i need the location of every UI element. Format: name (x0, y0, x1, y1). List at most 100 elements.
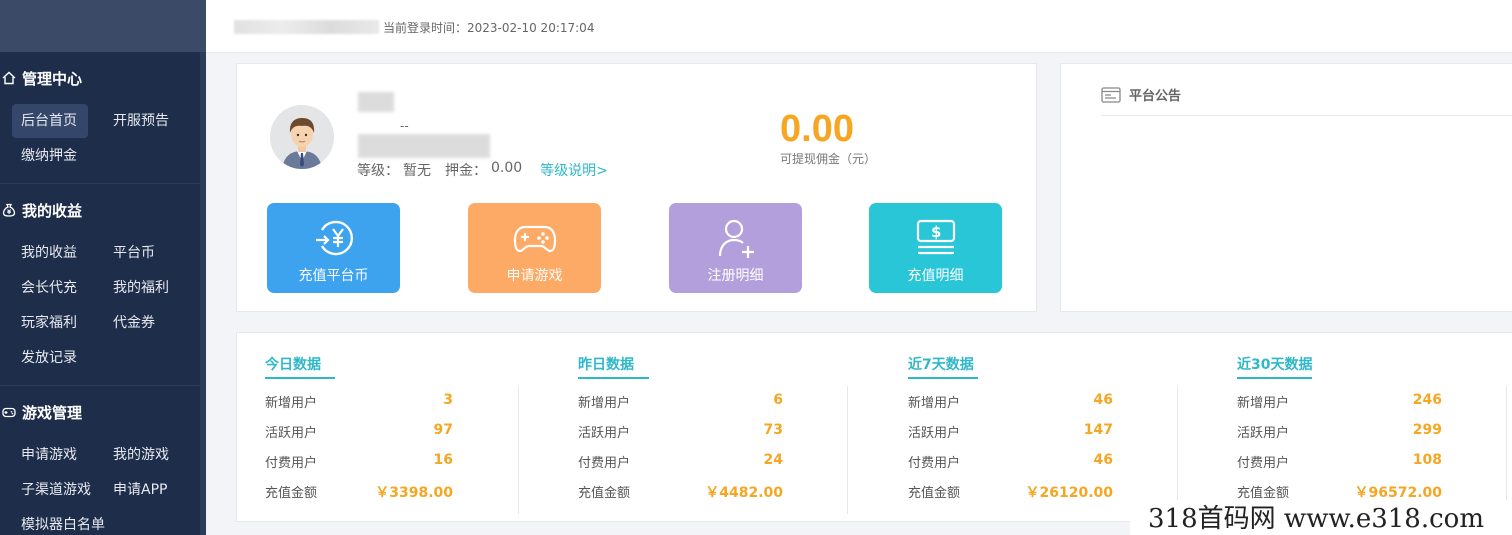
sidebar: 管理中心 后台首页 开服预告 缴纳押金 ¥ 我的收益 我的收益 平台币 会长代充… (0, 0, 206, 535)
stat-value: 73 (763, 422, 783, 438)
stat-label: 活跃用户 (908, 426, 961, 441)
stat-row: 新增用户 3 (265, 392, 453, 411)
stat-row: 新增用户 246 (1237, 392, 1442, 411)
gamepad-icon (513, 225, 556, 253)
stats-yesterday: 昨日数据 新增用户 6 活跃用户 73 付费用户 24 充值金额 ￥4482.00 (578, 333, 783, 523)
stat-value: ￥4482.00 (705, 485, 783, 501)
stat-label: 付费用户 (1237, 456, 1290, 471)
deposit-label: 押金： (445, 163, 487, 179)
add-user-icon (718, 219, 754, 258)
quick-action-label: 充值平台币 (298, 268, 369, 284)
sidebar-item-server-preview[interactable]: 开服预告 (104, 104, 184, 139)
announcement-title-text: 平台公告 (1129, 89, 1182, 104)
stat-value: ￥96572.00 (1354, 485, 1442, 501)
quick-action-label: 注册明细 (707, 268, 764, 284)
recharge-details-button[interactable]: $ 充值明细 (869, 203, 1002, 293)
apply-game-button[interactable]: 申请游戏 (468, 203, 601, 293)
level-description-link[interactable]: 等级说明> (540, 160, 608, 180)
stats-last-30-days: 近30天数据 新增用户 246 活跃用户 299 付费用户 108 充值金额 ￥9657… (1237, 333, 1447, 523)
sidebar-group-earnings[interactable]: ¥ 我的收益 (0, 191, 206, 229)
svg-text:¥: ¥ (7, 209, 12, 216)
stats-separator (1177, 386, 1178, 514)
sidebar-item-subchannel-games[interactable]: 子渠道游戏 (12, 473, 91, 508)
deposit-value: 0.00 (491, 160, 523, 176)
account-separator: -- (400, 119, 409, 133)
stat-row: 付费用户 46 (908, 452, 1113, 471)
sidebar-group-management[interactable]: 管理中心 (0, 59, 206, 97)
stats-separator (847, 386, 848, 514)
stat-row: 付费用户 108 (1237, 452, 1442, 471)
announcement-title: 平台公告 (1101, 85, 1181, 104)
quick-action-label: 充值明细 (907, 268, 964, 284)
sidebar-item-my-games[interactable]: 我的游戏 (104, 438, 184, 473)
sidebar-logo-area (0, 0, 206, 52)
stat-label: 充值金额 (578, 486, 631, 501)
level-value: 暂无 (403, 163, 431, 179)
stats-title: 近7天数据 (908, 357, 974, 373)
stat-value: ￥26120.00 (1025, 485, 1113, 501)
announcement-card: 平台公告 (1060, 63, 1512, 312)
sidebar-item-apply-game[interactable]: 申请游戏 (12, 438, 88, 473)
stat-value: 97 (433, 422, 453, 438)
stat-value: 3 (443, 392, 453, 408)
sidebar-group-games[interactable]: 游戏管理 (0, 393, 206, 431)
stat-label: 活跃用户 (1237, 426, 1290, 441)
level-label: 等级： (357, 163, 399, 179)
sidebar-item-player-benefits[interactable]: 玩家福利 (12, 306, 88, 341)
sidebar-item-leader-recharge[interactable]: 会长代充 (12, 271, 88, 306)
withdrawable-commission: 0.00 可提现佣金（元） (780, 106, 876, 167)
sidebar-item-platform-coin[interactable]: 平台币 (104, 236, 184, 271)
commission-value: 0.00 (780, 108, 854, 150)
sidebar-item-apply-app[interactable]: 申请APP (104, 473, 184, 508)
stat-label: 活跃用户 (265, 426, 318, 441)
sidebar-group-title: 游戏管理 (22, 403, 83, 422)
stat-row: 充值金额 ￥4482.00 (578, 482, 783, 502)
stat-label: 付费用户 (265, 456, 318, 471)
gamepad-icon (2, 405, 16, 419)
money-bag-icon: ¥ (2, 203, 16, 217)
login-time: 当前登录时间：2023-02-10 20:17:04 (383, 21, 595, 35)
stat-row: 活跃用户 73 (578, 422, 783, 441)
stat-label: 新增用户 (908, 396, 961, 411)
sidebar-group-title: 我的收益 (22, 201, 83, 220)
stats-title-underline (265, 377, 335, 379)
stats-title-underline (1237, 377, 1312, 379)
stat-value: 299 (1412, 422, 1442, 438)
stat-row: 活跃用户 147 (908, 422, 1113, 441)
announcement-divider (1101, 115, 1512, 116)
statistics-card: 今日数据 新增用户 3 活跃用户 97 付费用户 16 充值金额 ￥3398.00 昨日… (236, 332, 1512, 522)
stats-separator (518, 386, 519, 514)
sidebar-divider (0, 385, 200, 386)
sidebar-item-dashboard[interactable]: 后台首页 (12, 104, 88, 138)
sidebar-item-vouchers[interactable]: 代金券 (104, 306, 184, 341)
sidebar-scrollbar[interactable] (200, 52, 206, 535)
sidebar-item-my-earnings[interactable]: 我的收益 (12, 236, 88, 271)
stat-value: 46 (1093, 392, 1113, 408)
stat-label: 新增用户 (1237, 396, 1290, 411)
stat-label: 活跃用户 (578, 426, 631, 441)
level-info: 等级： 暂无 押金： 0.00 等级说明> (357, 160, 612, 180)
stat-label: 充值金额 (1237, 486, 1290, 501)
stat-label: 充值金额 (265, 486, 318, 501)
announcement-icon (1101, 86, 1121, 103)
profile-card: -- 等级： 暂无 押金： 0.00 等级说明> 0.00 可提现佣金（元） 充… (236, 63, 1037, 312)
sidebar-item-issue-records[interactable]: 发放记录 (12, 341, 88, 376)
stat-value: 16 (433, 452, 453, 468)
registration-details-button[interactable]: 注册明细 (669, 203, 802, 293)
sidebar-item-my-benefits[interactable]: 我的福利 (104, 271, 184, 306)
quick-action-label: 申请游戏 (506, 268, 563, 284)
sidebar-item-emulator-whitelist[interactable]: 模拟器白名单 (12, 508, 105, 535)
svg-text:$: $ (931, 223, 941, 241)
stat-row: 新增用户 46 (908, 392, 1113, 411)
stats-separator (1506, 386, 1507, 514)
recharge-platform-coin-button[interactable]: 充值平台币 (267, 203, 400, 293)
recharge-yen-icon (315, 220, 353, 256)
top-header: 当前登录时间：2023-02-10 20:17:04 (206, 0, 1512, 53)
stat-label: 新增用户 (578, 396, 631, 411)
stat-value: 24 (763, 452, 783, 468)
stat-label: 付费用户 (908, 456, 961, 471)
stats-today: 今日数据 新增用户 3 活跃用户 97 付费用户 16 充值金额 ￥3398.00 (265, 333, 465, 523)
stat-value: ￥3398.00 (375, 485, 453, 501)
avatar (270, 105, 334, 169)
sidebar-item-pay-deposit[interactable]: 缴纳押金 (12, 139, 88, 174)
